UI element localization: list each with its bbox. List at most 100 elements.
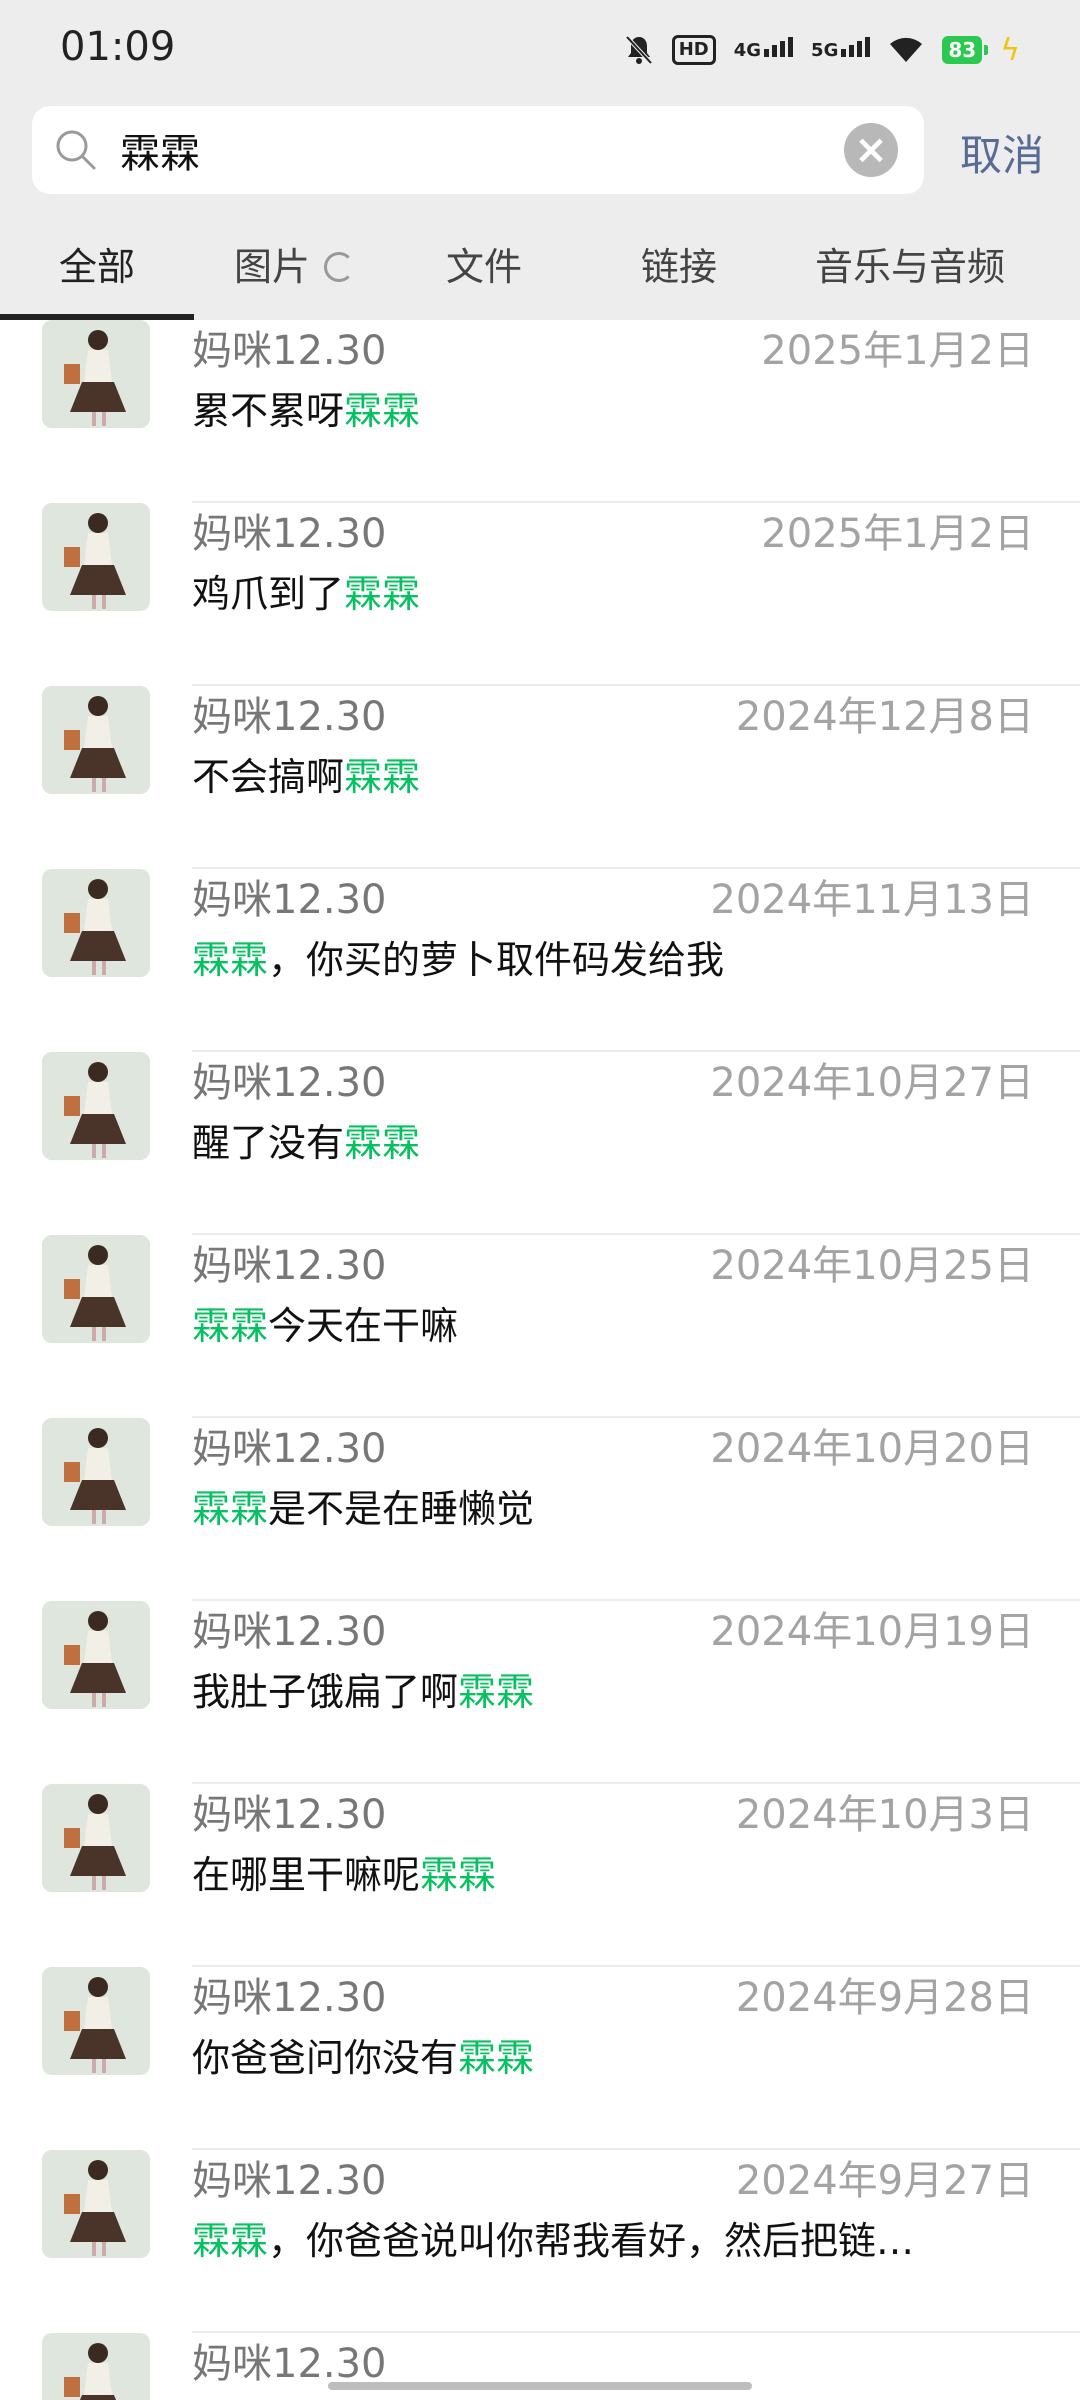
result-row[interactable]: 妈咪12.30 2025年1月2日 鸡爪到了霖霖 — [0, 503, 1080, 686]
snippet-highlight: 霖霖 — [192, 1487, 269, 1531]
snippet-highlight: 霖霖 — [192, 1304, 269, 1348]
tab-files-label: 文件 — [445, 245, 522, 289]
snippet-pre: 醒了没有 — [192, 1121, 345, 1165]
sender-name: 妈咪12.30 — [192, 328, 387, 374]
message-snippet: 霖霖是不是在睡懒觉 — [192, 1478, 534, 1533]
message-snippet: 在哪里干嘛呢霖霖 — [192, 1844, 496, 1899]
sender-name: 妈咪12.30 — [192, 877, 387, 923]
sender-name: 妈咪12.30 — [192, 1243, 387, 1289]
clear-search-icon[interactable]: × — [844, 123, 898, 177]
tab-images[interactable]: 图片 — [194, 212, 394, 320]
message-date: 2024年10月25日 — [710, 1243, 1034, 1289]
filter-tabs: 全部 图片 文件 链接 音乐与音频 — [0, 212, 1080, 320]
message-snippet: 你爸爸问你没有霖霖 — [192, 2027, 534, 2082]
4g-signal-icon: 4G — [733, 36, 794, 61]
header-area: 01:09 HD 4G 5G 83 ϟ 霖霖 × 取消 全部 图片 文件 链接 … — [0, 0, 1080, 320]
message-snippet: 我肚子饿扁了啊霖霖 — [192, 1661, 534, 1716]
5g-signal-icon: 5G — [811, 36, 871, 61]
message-date: 2024年10月27日 — [710, 1060, 1034, 1106]
home-indicator[interactable] — [328, 2382, 752, 2390]
message-snippet: 霖霖，你爸爸说叫你帮我看好，然后把链… — [192, 2210, 914, 2265]
tab-music-audio-label: 音乐与音频 — [814, 245, 1005, 289]
tab-all[interactable]: 全部 — [0, 212, 194, 320]
sender-name: 妈咪12.30 — [192, 2341, 387, 2387]
snippet-post: ，你买的萝卜取件码发给我 — [268, 938, 725, 982]
result-row[interactable]: 妈咪12.30 2024年12月8日 不会搞啊霖霖 — [0, 686, 1080, 869]
avatar[interactable] — [42, 1601, 150, 1709]
tab-all-label: 全部 — [58, 245, 135, 289]
battery-icon: 83 — [942, 36, 989, 64]
result-row[interactable]: 妈咪12.30 2024年11月13日霖霖，你买的萝卜取件码发给我 — [0, 869, 1080, 1052]
tab-music-audio[interactable]: 音乐与音频 — [780, 212, 1040, 320]
sender-name: 妈咪12.30 — [192, 1792, 387, 1838]
avatar[interactable] — [42, 1052, 150, 1160]
result-row[interactable]: 妈咪12.30 2024年9月28日 你爸爸问你没有霖霖 — [0, 1967, 1080, 2150]
avatar[interactable] — [42, 320, 150, 428]
4g-label: 4G — [733, 39, 762, 61]
loading-spinner-icon — [324, 251, 354, 282]
search-box[interactable]: × — [32, 106, 924, 194]
charging-bolt-icon: ϟ — [1000, 32, 1020, 68]
sender-name: 妈咪12.30 — [192, 694, 387, 740]
message-snippet: 霖霖，你买的萝卜取件码发给我 — [192, 929, 724, 984]
sender-name: 妈咪12.30 — [192, 1609, 387, 1655]
search-input[interactable] — [120, 106, 820, 194]
snippet-highlight: 霖霖 — [420, 1853, 497, 1897]
snippet-highlight: 霖霖 — [344, 572, 421, 616]
search-results-list: 妈咪12.30 2025年1月2日 累不累呀霖霖 妈咪12.30 2025年1月2日 鸡爪… — [0, 320, 1080, 2400]
result-row[interactable]: 妈咪12.30 2024年10月19日我肚子饿扁了啊霖霖 — [0, 1601, 1080, 1784]
snippet-highlight: 霖霖 — [458, 1670, 535, 1714]
message-date: 2024年11月13日 — [710, 877, 1034, 923]
sender-name: 妈咪12.30 — [192, 1060, 387, 1106]
snippet-pre: 你爸爸问你没有 — [192, 2036, 459, 2080]
snippet-highlight: 霖霖 — [192, 2219, 269, 2263]
status-bar: 01:09 HD 4G 5G 83 ϟ — [0, 0, 1080, 100]
result-row[interactable]: 妈咪12.30 2024年10月25日霖霖今天在干嘛 — [0, 1235, 1080, 1418]
message-date: 2024年12月8日 — [735, 694, 1034, 740]
message-date: 2025年1月2日 — [761, 328, 1034, 374]
message-date: 2024年10月20日 — [710, 1426, 1034, 1472]
tab-images-label: 图片 — [233, 245, 310, 289]
tab-files[interactable]: 文件 — [394, 212, 574, 320]
result-row[interactable]: 妈咪12.30 2024年10月27日醒了没有霖霖 — [0, 1052, 1080, 1235]
bell-muted-icon — [624, 34, 654, 66]
status-time: 01:09 — [60, 24, 176, 70]
snippet-pre: 不会搞啊 — [192, 755, 345, 799]
avatar[interactable] — [42, 2150, 150, 2258]
message-snippet: 累不累呀霖霖 — [192, 380, 420, 435]
snippet-post: 是不是在睡懒觉 — [268, 1487, 535, 1531]
snippet-highlight: 霖霖 — [344, 389, 421, 433]
result-row[interactable]: 妈咪12.30 2024年10月3日 在哪里干嘛呢霖霖 — [0, 1784, 1080, 1967]
search-row: × 取消 — [0, 100, 1080, 210]
message-snippet: 醒了没有霖霖 — [192, 1112, 420, 1167]
result-row[interactable]: 妈咪12.30 2024年10月20日霖霖是不是在睡懒觉 — [0, 1418, 1080, 1601]
result-row[interactable]: 妈咪12.30 2024年9月27日霖霖，你爸爸说叫你帮我看好，然后把链… — [0, 2150, 1080, 2333]
cancel-button[interactable]: 取消 — [960, 122, 1044, 183]
5g-label: 5G — [811, 39, 839, 61]
snippet-pre: 在哪里干嘛呢 — [192, 1853, 421, 1897]
avatar[interactable] — [42, 503, 150, 611]
avatar[interactable] — [42, 869, 150, 977]
snippet-post: 今天在干嘛 — [268, 1304, 459, 1348]
avatar[interactable] — [42, 1784, 150, 1892]
result-row[interactable]: 妈咪12.30 2025年1月2日累不累呀霖霖 — [0, 320, 1080, 503]
sender-name: 妈咪12.30 — [192, 1426, 387, 1472]
avatar[interactable] — [42, 1418, 150, 1526]
snippet-highlight: 霖霖 — [344, 1121, 421, 1165]
avatar[interactable] — [42, 1967, 150, 2075]
status-icons: HD 4G 5G 83 ϟ — [624, 30, 1020, 70]
avatar[interactable] — [42, 2333, 150, 2400]
message-date: 2025年1月2日 — [761, 511, 1034, 557]
snippet-pre: 我肚子饿扁了啊 — [192, 1670, 459, 1714]
message-snippet: 霖霖今天在干嘛 — [192, 1295, 458, 1350]
tab-links-label: 链接 — [640, 245, 717, 289]
message-snippet: 鸡爪到了霖霖 — [192, 563, 420, 618]
message-date: 2024年9月27日 — [735, 2158, 1034, 2204]
tab-links[interactable]: 链接 — [584, 212, 774, 320]
snippet-pre: 鸡爪到了 — [192, 572, 345, 616]
avatar[interactable] — [42, 686, 150, 794]
search-icon — [56, 130, 96, 170]
message-date: 2024年10月19日 — [710, 1609, 1034, 1655]
avatar[interactable] — [42, 1235, 150, 1343]
sender-name: 妈咪12.30 — [192, 2158, 387, 2204]
